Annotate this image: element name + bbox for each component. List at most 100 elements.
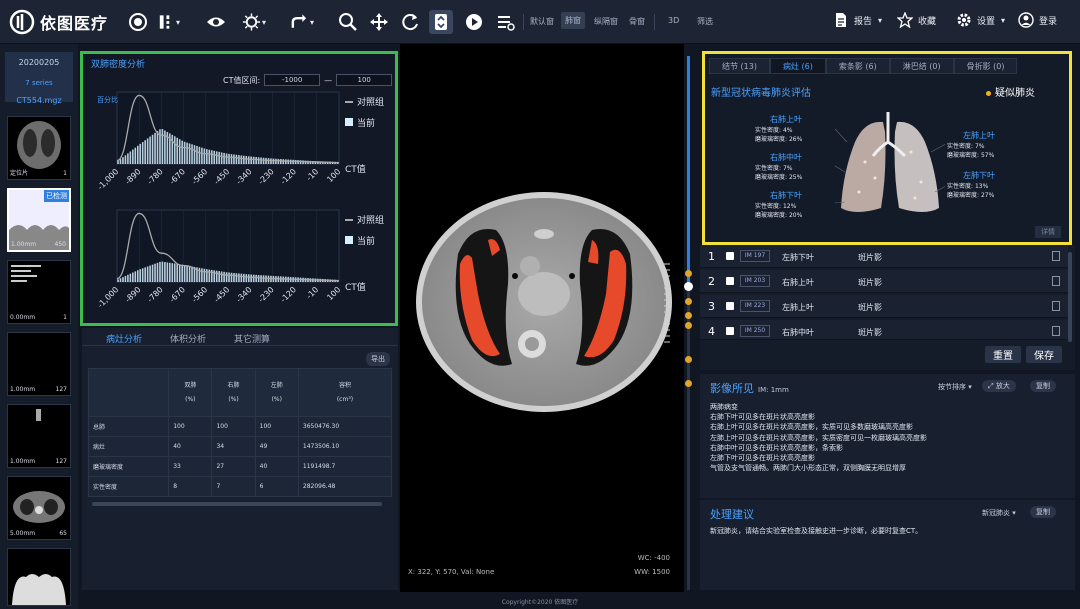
series-thumb[interactable]: 1.00mm 127 xyxy=(7,332,71,396)
table-cell: 100 xyxy=(211,416,256,437)
x-tick-label: -340 xyxy=(234,285,253,304)
ct-image[interactable] xyxy=(400,44,684,592)
lesion-marker[interactable] xyxy=(685,380,692,387)
x-tick-label: -560 xyxy=(190,285,209,304)
copy-advice-button[interactable]: 复制 xyxy=(1030,506,1056,518)
thumb-count: 65 xyxy=(59,530,67,537)
table-scrollbar[interactable] xyxy=(92,502,382,506)
report-menu[interactable]: 报告 ▾ xyxy=(833,12,882,28)
row-checkbox[interactable] xyxy=(726,277,734,285)
lesion-marker[interactable] xyxy=(685,322,692,329)
tab-lesion-analysis[interactable]: 病灶分析 xyxy=(106,332,142,345)
lesion-list-scrollbar[interactable] xyxy=(1068,252,1072,342)
favorite-button[interactable]: 收藏 xyxy=(897,12,936,28)
slice-id[interactable]: IM 197 xyxy=(740,250,770,262)
move-icon[interactable] xyxy=(367,10,391,34)
series-thumb[interactable]: 1.00mm 127 xyxy=(7,404,71,468)
toolbar-divider xyxy=(523,14,524,30)
histogram-bar xyxy=(186,142,188,164)
findings-subtitle: IM: 1mm xyxy=(758,386,789,394)
lesion-row[interactable]: 2 IM 203 右肺上叶 斑片影 xyxy=(700,270,1068,293)
ct-min-input[interactable]: -1000 xyxy=(264,74,321,86)
export-button[interactable]: 导出 xyxy=(366,352,390,366)
tab-volume-analysis[interactable]: 体积分析 xyxy=(170,332,206,345)
tab-other-measure[interactable]: 其它测算 xyxy=(234,332,270,345)
tab-nodule[interactable]: 结节 (13) xyxy=(709,58,770,74)
density-panel-title: 双肺密度分析 xyxy=(91,60,146,70)
lung-window-button[interactable]: 肺窗 xyxy=(561,12,585,29)
histogram-bar xyxy=(119,278,122,282)
record-icon[interactable] xyxy=(126,10,150,34)
lesion-marker[interactable] xyxy=(685,356,692,363)
layout-icon[interactable]: ▾ xyxy=(156,10,180,34)
study-header[interactable]: 20200205 7 series xyxy=(5,52,73,102)
refresh-icon[interactable] xyxy=(398,10,422,34)
slice-id[interactable]: IM 223 xyxy=(740,300,770,312)
histogram-bar xyxy=(169,262,171,282)
table-row: 实性密度 8 7 6 282096.48 xyxy=(87,476,393,497)
details-button[interactable]: 详情 xyxy=(1035,226,1061,238)
tab-strip[interactable]: 索条影 (6) xyxy=(825,58,890,74)
play-icon[interactable] xyxy=(462,10,486,34)
mediastinal-window-button[interactable]: 纵隔窗 xyxy=(594,16,618,27)
advice-text[interactable]: 新冠肺炎，请结合实验室检查及接触史进一步诊断，必要时复查CT。 xyxy=(710,526,922,536)
ct-max-input[interactable]: 100 xyxy=(336,74,393,86)
findings-text[interactable]: 两肺病变 右肺下叶可见多在斑片状高亮度影 右肺上叶可见多在斑片状高亮度影，实质可… xyxy=(710,402,927,473)
row-checkbox[interactable] xyxy=(726,327,734,335)
histogram-bar xyxy=(191,266,193,282)
delete-icon[interactable] xyxy=(1052,276,1060,286)
slice-handle[interactable] xyxy=(684,282,693,291)
tab-lymph[interactable]: 淋巴结 (0) xyxy=(889,58,954,74)
slice-scrollbar[interactable] xyxy=(687,56,690,316)
row-checkbox[interactable] xyxy=(726,302,734,310)
settings-menu[interactable]: 设置 ▾ xyxy=(956,12,1005,28)
series-thumb[interactable]: 0.00mm 1 xyxy=(7,260,71,324)
delete-icon[interactable] xyxy=(1052,326,1060,336)
series-thumb[interactable]: 定位片 1 xyxy=(7,116,71,180)
rotate-icon[interactable]: ▾ xyxy=(290,10,314,34)
slice-id[interactable]: IM 250 xyxy=(740,325,770,337)
x-tick-label: -450 xyxy=(212,285,231,304)
reset-button[interactable]: 重置 xyxy=(985,346,1021,363)
lesion-row[interactable]: 1 IM 197 左肺下叶 斑片影 xyxy=(700,245,1068,268)
lobe-left-upper-label: 左肺上叶 xyxy=(963,131,995,140)
sort-dropdown[interactable]: 按节排序 ▾ xyxy=(938,382,972,392)
series-thumb[interactable]: 5.00mm 65 xyxy=(7,476,71,540)
login-button[interactable]: 登录 xyxy=(1018,12,1057,28)
brightness-icon[interactable]: ▾ xyxy=(242,10,266,34)
histogram-bar xyxy=(146,266,149,282)
lesion-row[interactable]: 4 IM 250 右肺中叶 斑片影 xyxy=(700,320,1068,340)
3d-button[interactable]: 3D xyxy=(668,16,679,25)
advice-template-dropdown[interactable]: 新冠肺炎 ▾ xyxy=(982,508,1016,518)
delete-icon[interactable] xyxy=(1052,301,1060,311)
save-button[interactable]: 保存 xyxy=(1026,346,1062,363)
list-filter-icon[interactable] xyxy=(494,10,518,34)
lesion-marker[interactable] xyxy=(685,270,692,277)
eye-icon[interactable] xyxy=(204,10,228,34)
delete-icon[interactable] xyxy=(1052,251,1060,261)
series-thumb-selected[interactable]: 已检测 1.00mm 450 xyxy=(7,188,71,252)
histogram-bar xyxy=(132,272,134,282)
histogram-bar xyxy=(235,273,238,282)
copy-findings-button[interactable]: 复制 xyxy=(1030,380,1056,392)
lesion-marker[interactable] xyxy=(685,312,692,319)
search-icon[interactable] xyxy=(336,10,360,34)
table-row: 磨玻璃密度 33 27 40 1191498.7 xyxy=(87,456,393,477)
bone-window-button[interactable]: 骨窗 xyxy=(629,16,645,27)
lesion-marker[interactable] xyxy=(685,298,692,305)
row-checkbox[interactable] xyxy=(726,252,734,260)
default-window-button[interactable]: 默认窗 xyxy=(530,16,554,27)
ct-viewer[interactable]: X: 322, Y: 570, Val: None WC: -400 WW: 1… xyxy=(400,44,684,592)
histogram-bar xyxy=(161,129,164,164)
table-cell: 282096.48 xyxy=(297,476,393,497)
enlarge-button[interactable]: ⤢ 放大 xyxy=(982,380,1016,392)
lesion-row[interactable]: 3 IM 223 左肺上叶 斑片影 xyxy=(700,295,1068,318)
histogram-bar xyxy=(228,153,230,164)
slice-id[interactable]: IM 203 xyxy=(740,275,770,287)
tab-fracture[interactable]: 骨折影 (0) xyxy=(953,58,1018,74)
tab-lesion[interactable]: 病灶 (6) xyxy=(769,58,826,74)
stack-icon[interactable] xyxy=(429,10,453,34)
filter-button[interactable]: 筛选 xyxy=(697,16,713,27)
ct-range-separator: — xyxy=(324,75,333,85)
histogram-bar xyxy=(178,264,181,282)
